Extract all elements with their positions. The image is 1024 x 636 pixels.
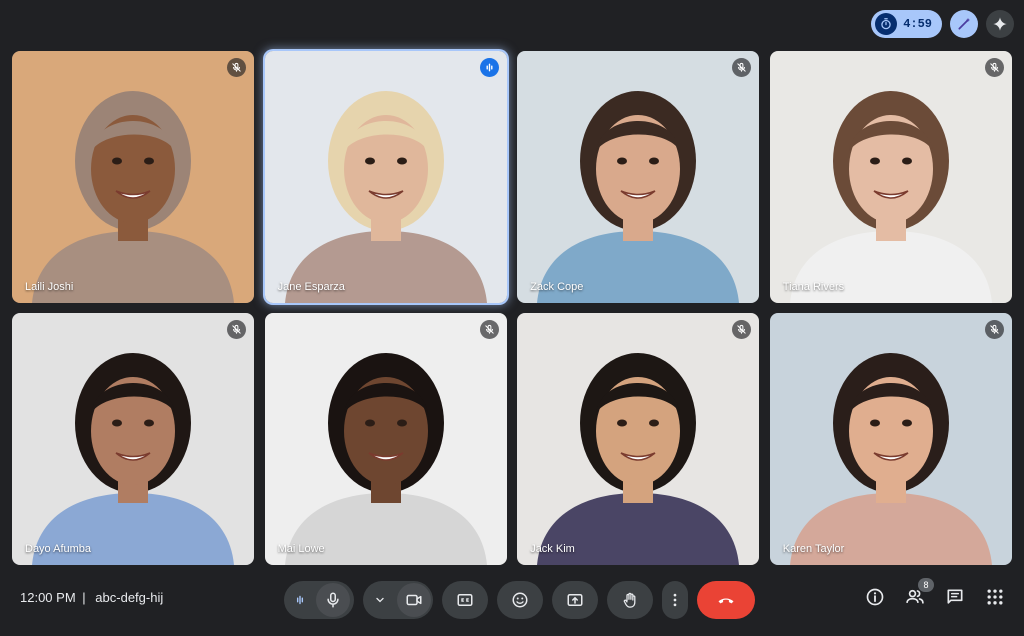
participant-tile[interactable]: Laili Joshi xyxy=(12,51,254,303)
audio-level-icon xyxy=(486,63,493,72)
mic-button[interactable] xyxy=(316,583,350,617)
magic-pen-icon xyxy=(958,18,970,30)
audio-level-icon xyxy=(296,595,304,605)
participant-video xyxy=(264,51,507,303)
speaking-indicator xyxy=(479,58,499,77)
chevron-down-icon xyxy=(376,597,384,603)
mic-off-icon xyxy=(232,62,241,72)
participant-video xyxy=(769,313,1012,565)
participant-count-badge: 8 xyxy=(918,578,934,592)
gemini-button[interactable] xyxy=(986,10,1014,38)
chat-button[interactable] xyxy=(944,586,966,608)
audio-level-button[interactable] xyxy=(284,581,316,619)
more-vert-icon xyxy=(673,593,677,607)
magic-pen-button[interactable] xyxy=(950,10,978,38)
people-button[interactable]: 8 xyxy=(904,578,934,608)
participant-name: Jack Kim xyxy=(530,543,575,555)
participant-name: Dayo Afumba xyxy=(25,543,92,555)
meeting-details-button[interactable] xyxy=(864,586,886,608)
sparkle-icon xyxy=(993,17,1007,31)
participant-tile[interactable]: Zack Cope xyxy=(517,51,760,303)
timer-icon xyxy=(875,13,898,35)
mic-off-icon xyxy=(737,324,746,334)
timer-text: 4:59 xyxy=(903,17,932,31)
camera-options-button[interactable] xyxy=(363,581,397,619)
mic-off-icon xyxy=(232,324,241,334)
call-controls xyxy=(284,581,755,619)
leave-call-button[interactable] xyxy=(697,581,755,619)
camera-button[interactable] xyxy=(397,583,431,617)
participant-video xyxy=(769,51,1012,303)
mic-off-icon xyxy=(990,62,999,72)
muted-indicator xyxy=(227,58,246,77)
participant-tile[interactable]: Jack Kim xyxy=(517,313,760,565)
participant-video xyxy=(517,51,760,303)
participant-name: Karen Taylor xyxy=(782,543,845,555)
audio-pill xyxy=(284,581,354,619)
mic-off-icon xyxy=(737,62,746,72)
top-right-controls: 4:59 xyxy=(871,10,1014,38)
participant-name: Mai Lowe xyxy=(277,543,325,555)
participant-video xyxy=(517,313,760,565)
muted-indicator xyxy=(984,320,1004,339)
bottom-toolbar: 12:00 PM | abc-defg-hij 8 xyxy=(0,572,1024,628)
raise-hand-button[interactable] xyxy=(607,581,653,619)
apps-grid-icon xyxy=(987,589,1003,605)
participant-tile[interactable]: Mai Lowe xyxy=(264,313,507,565)
meeting-info: 12:00 PM | abc-defg-hij xyxy=(20,590,163,605)
present-button[interactable] xyxy=(552,581,598,619)
mic-off-icon xyxy=(484,324,494,334)
timer-pill[interactable]: 4:59 xyxy=(871,10,942,38)
meeting-time: 12:00 PM xyxy=(20,590,76,605)
participant-tile[interactable]: Jane Esparza xyxy=(264,51,507,303)
captions-icon xyxy=(457,594,473,606)
participant-video xyxy=(264,313,507,565)
participant-tile[interactable]: Dayo Afumba xyxy=(12,313,254,565)
call-end-icon xyxy=(718,598,734,604)
participant-tile[interactable]: Karen Taylor xyxy=(769,313,1012,565)
present-screen-icon xyxy=(567,594,583,606)
reactions-button[interactable] xyxy=(497,581,543,619)
participant-name: Laili Joshi xyxy=(25,281,74,293)
participant-tile[interactable]: Tiana Rivers xyxy=(769,51,1012,303)
meeting-info-separator: | xyxy=(82,590,86,605)
hand-icon xyxy=(623,592,636,608)
participant-video xyxy=(12,51,254,303)
muted-indicator xyxy=(479,320,499,339)
info-icon xyxy=(866,588,884,606)
meeting-code[interactable]: abc-defg-hij xyxy=(95,590,163,605)
participant-name: Tiana Rivers xyxy=(782,281,845,293)
participant-grid: Laili Joshi Jane Esparza Zack Cope Tiana Ri… xyxy=(12,51,1012,565)
side-panel-controls: 8 xyxy=(864,578,1006,608)
participant-video xyxy=(12,313,254,565)
captions-button[interactable] xyxy=(442,581,488,619)
camera-pill xyxy=(363,581,433,619)
participant-name: Jane Esparza xyxy=(277,281,345,293)
muted-indicator xyxy=(227,320,246,339)
muted-indicator xyxy=(984,58,1004,77)
activities-button[interactable] xyxy=(984,586,1006,608)
mic-off-icon xyxy=(990,324,999,334)
chat-icon xyxy=(947,589,963,604)
participant-name: Zack Cope xyxy=(530,281,584,293)
more-options-button[interactable] xyxy=(662,581,688,619)
videocam-icon xyxy=(406,594,422,606)
mic-icon xyxy=(327,592,339,608)
emoji-icon xyxy=(512,592,528,608)
